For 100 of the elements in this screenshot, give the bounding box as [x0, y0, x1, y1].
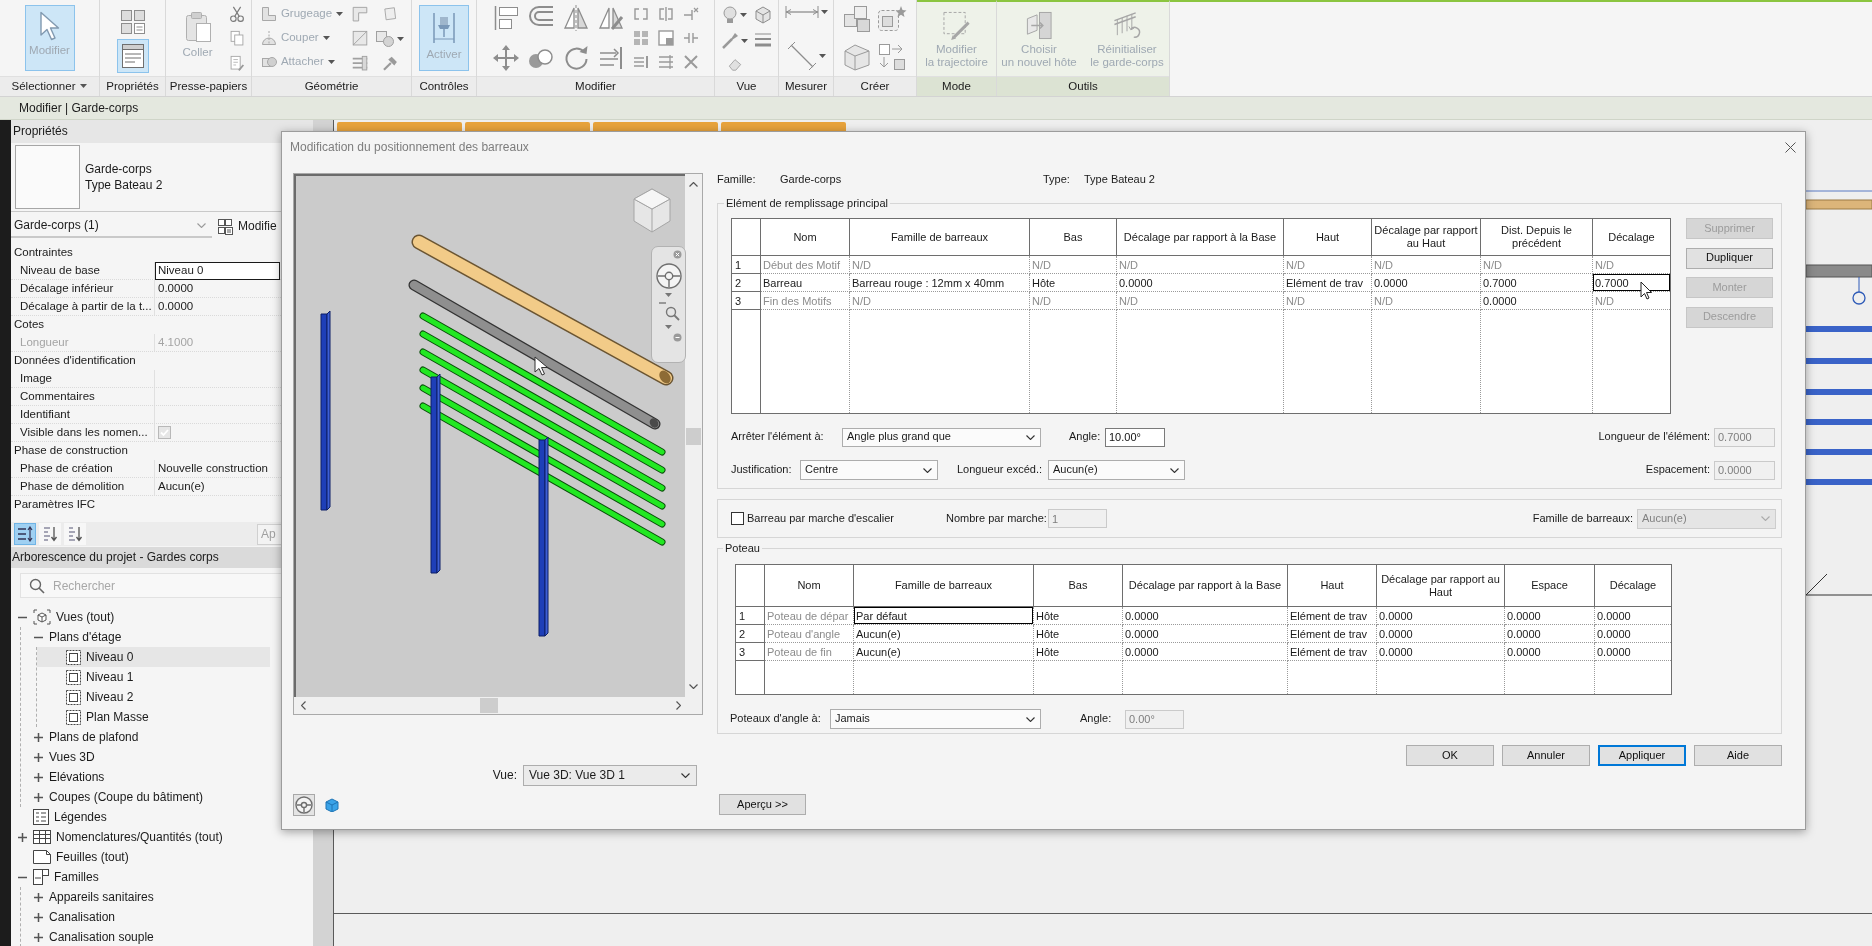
split-line-icon[interactable]: [682, 30, 699, 46]
table-cell[interactable]: 0.0000: [1376, 606, 1505, 625]
scrollbar-thumb[interactable]: [686, 428, 701, 445]
table-cell[interactable]: Par défaut: [853, 606, 1034, 625]
caret-icon[interactable]: [820, 10, 828, 14]
table-cell[interactable]: Elément de trav: [1287, 624, 1377, 643]
table-cell[interactable]: Hôte: [1033, 624, 1123, 643]
table-cell[interactable]: Elément de trav: [1287, 606, 1377, 625]
table-cell[interactable]: Elément de trav: [1283, 273, 1372, 292]
tree-item[interactable]: Vues (tout): [11, 607, 119, 627]
caret-icon[interactable]: [80, 84, 88, 89]
trim-lines-icon[interactable]: [597, 45, 624, 71]
cancel-button[interactable]: Annuler: [1502, 745, 1590, 766]
diagonal-dimension-icon[interactable]: [786, 41, 817, 71]
view-dropdown[interactable]: Vue 3D: Vue 3D 1: [523, 764, 697, 786]
property-group-header[interactable]: Phase de construction: [14, 444, 128, 458]
expand-icon[interactable]: [33, 752, 43, 762]
table-cell[interactable]: 0.0000: [1371, 273, 1481, 292]
excess-length-dropdown[interactable]: Aucun(e): [1048, 460, 1185, 480]
scroll-left-icon[interactable]: [301, 701, 306, 710]
close-icon[interactable]: [1785, 141, 1796, 153]
property-group-header[interactable]: Paramètres IFC: [14, 498, 96, 512]
x-mark-icon[interactable]: [682, 54, 699, 70]
property-group-header[interactable]: Données d'identification: [14, 354, 136, 368]
steering-wheel-icon[interactable]: [655, 263, 682, 289]
tree-item[interactable]: Appareils sanitaires: [21, 887, 158, 907]
ok-button[interactable]: OK: [1406, 745, 1494, 766]
move-arrows-icon[interactable]: [492, 45, 519, 71]
caret-icon[interactable]: [681, 772, 690, 778]
caret-icon[interactable]: [740, 13, 747, 17]
table-cell[interactable]: Elément de trav: [1287, 642, 1377, 661]
tree-item[interactable]: Nomenclatures/Quantités (tout): [11, 827, 227, 847]
caret-icon[interactable]: [1170, 467, 1179, 473]
categorized-view-button[interactable]: [14, 523, 36, 545]
expand-icon[interactable]: [33, 792, 43, 802]
line-cross-icon[interactable]: [682, 6, 699, 22]
table-cell[interactable]: Aucun(e): [853, 624, 1034, 643]
tree-item[interactable]: Canalisation: [21, 907, 120, 927]
checkbox-icon[interactable]: [731, 512, 744, 525]
mirror-triangles-icon[interactable]: [562, 5, 589, 31]
property-group-header[interactable]: Contraintes: [14, 246, 73, 260]
stair-checkbox[interactable]: Barreau par marche d'escalier: [731, 511, 894, 526]
apply-button[interactable]: Appliquer: [1598, 745, 1686, 766]
tree-item[interactable]: Canalisation souple: [21, 927, 158, 946]
bracket-pair-icon[interactable]: [632, 6, 649, 22]
tree-item[interactable]: Plan Masse: [37, 707, 153, 727]
property-group-header[interactable]: Cotes: [14, 318, 45, 332]
caret-icon[interactable]: [741, 39, 748, 43]
expand-icon[interactable]: [33, 892, 43, 902]
corner-posts-dropdown[interactable]: Jamais: [830, 709, 1041, 729]
sort-ascending-button[interactable]: [39, 523, 61, 545]
tree-item[interactable]: Légendes: [11, 807, 111, 827]
sort-descending-button[interactable]: [64, 523, 86, 545]
bracket-line-icon[interactable]: [657, 6, 674, 22]
table-cell[interactable]: 0.7000: [1480, 273, 1593, 292]
table-cell[interactable]: 0.0000: [1116, 273, 1284, 292]
two-circles-icon[interactable]: [527, 47, 554, 71]
line-weights-icon[interactable]: [754, 32, 772, 48]
property-value[interactable]: 0.0000: [158, 299, 194, 314]
table-cell[interactable]: 0.0000: [1376, 642, 1505, 661]
box-icon[interactable]: [843, 43, 871, 71]
table-cell[interactable]: Hôte: [1033, 642, 1123, 661]
scroll-down-icon[interactable]: [689, 684, 698, 689]
two-pages-icon[interactable]: [228, 30, 245, 47]
stacked-squares-icon[interactable]: [843, 5, 871, 33]
table-cell[interactable]: Hôte: [1029, 273, 1117, 292]
corner-shape-icon[interactable]: [351, 6, 370, 23]
squares-arrows-icon[interactable]: [878, 43, 906, 71]
table-cell[interactable]: 0.7000: [1592, 273, 1671, 292]
steering-wheel-button[interactable]: [293, 794, 315, 816]
tree-item[interactable]: Niveau 0: [37, 647, 270, 667]
tree-item[interactable]: Niveau 1: [37, 667, 138, 687]
table-cell[interactable]: 0.0000: [1504, 624, 1595, 643]
help-button[interactable]: Aide: [1694, 745, 1782, 766]
close-icon[interactable]: [673, 250, 682, 259]
caret-icon[interactable]: [1026, 716, 1035, 722]
table-cell[interactable]: 0.0000: [1504, 606, 1595, 625]
table-cell[interactable]: Barreau: [760, 273, 850, 292]
cube-icon[interactable]: [325, 798, 339, 812]
property-value[interactable]: Aucun(e): [158, 479, 205, 494]
four-squares-icon[interactable]: [632, 30, 649, 46]
table-cell[interactable]: 0.0000: [1504, 642, 1595, 661]
grid-lines-icon[interactable]: [657, 54, 674, 70]
expand-icon[interactable]: [17, 832, 27, 842]
scroll-right-icon[interactable]: [676, 701, 681, 710]
bars-rect-icon[interactable]: [351, 54, 370, 71]
table-cell[interactable]: Aucun(e): [853, 642, 1034, 661]
caret-icon[interactable]: [1026, 434, 1035, 440]
table-cell[interactable]: 0.0000: [1122, 642, 1288, 661]
cube-icon[interactable]: [754, 6, 772, 24]
scissors-icon[interactable]: [228, 6, 245, 23]
table-cell[interactable]: 0.0000: [1376, 624, 1505, 643]
nested-arcs-icon[interactable]: [527, 5, 554, 27]
angle-field[interactable]: 10.00°: [1105, 427, 1165, 447]
caret-icon[interactable]: [818, 54, 826, 58]
minus-circle-icon[interactable]: [673, 333, 682, 342]
scroll-up-icon[interactable]: [689, 182, 698, 187]
table-cell[interactable]: Hôte: [1033, 606, 1123, 625]
navigation-bar[interactable]: [651, 246, 686, 363]
property-field[interactable]: Niveau 0: [155, 261, 280, 280]
